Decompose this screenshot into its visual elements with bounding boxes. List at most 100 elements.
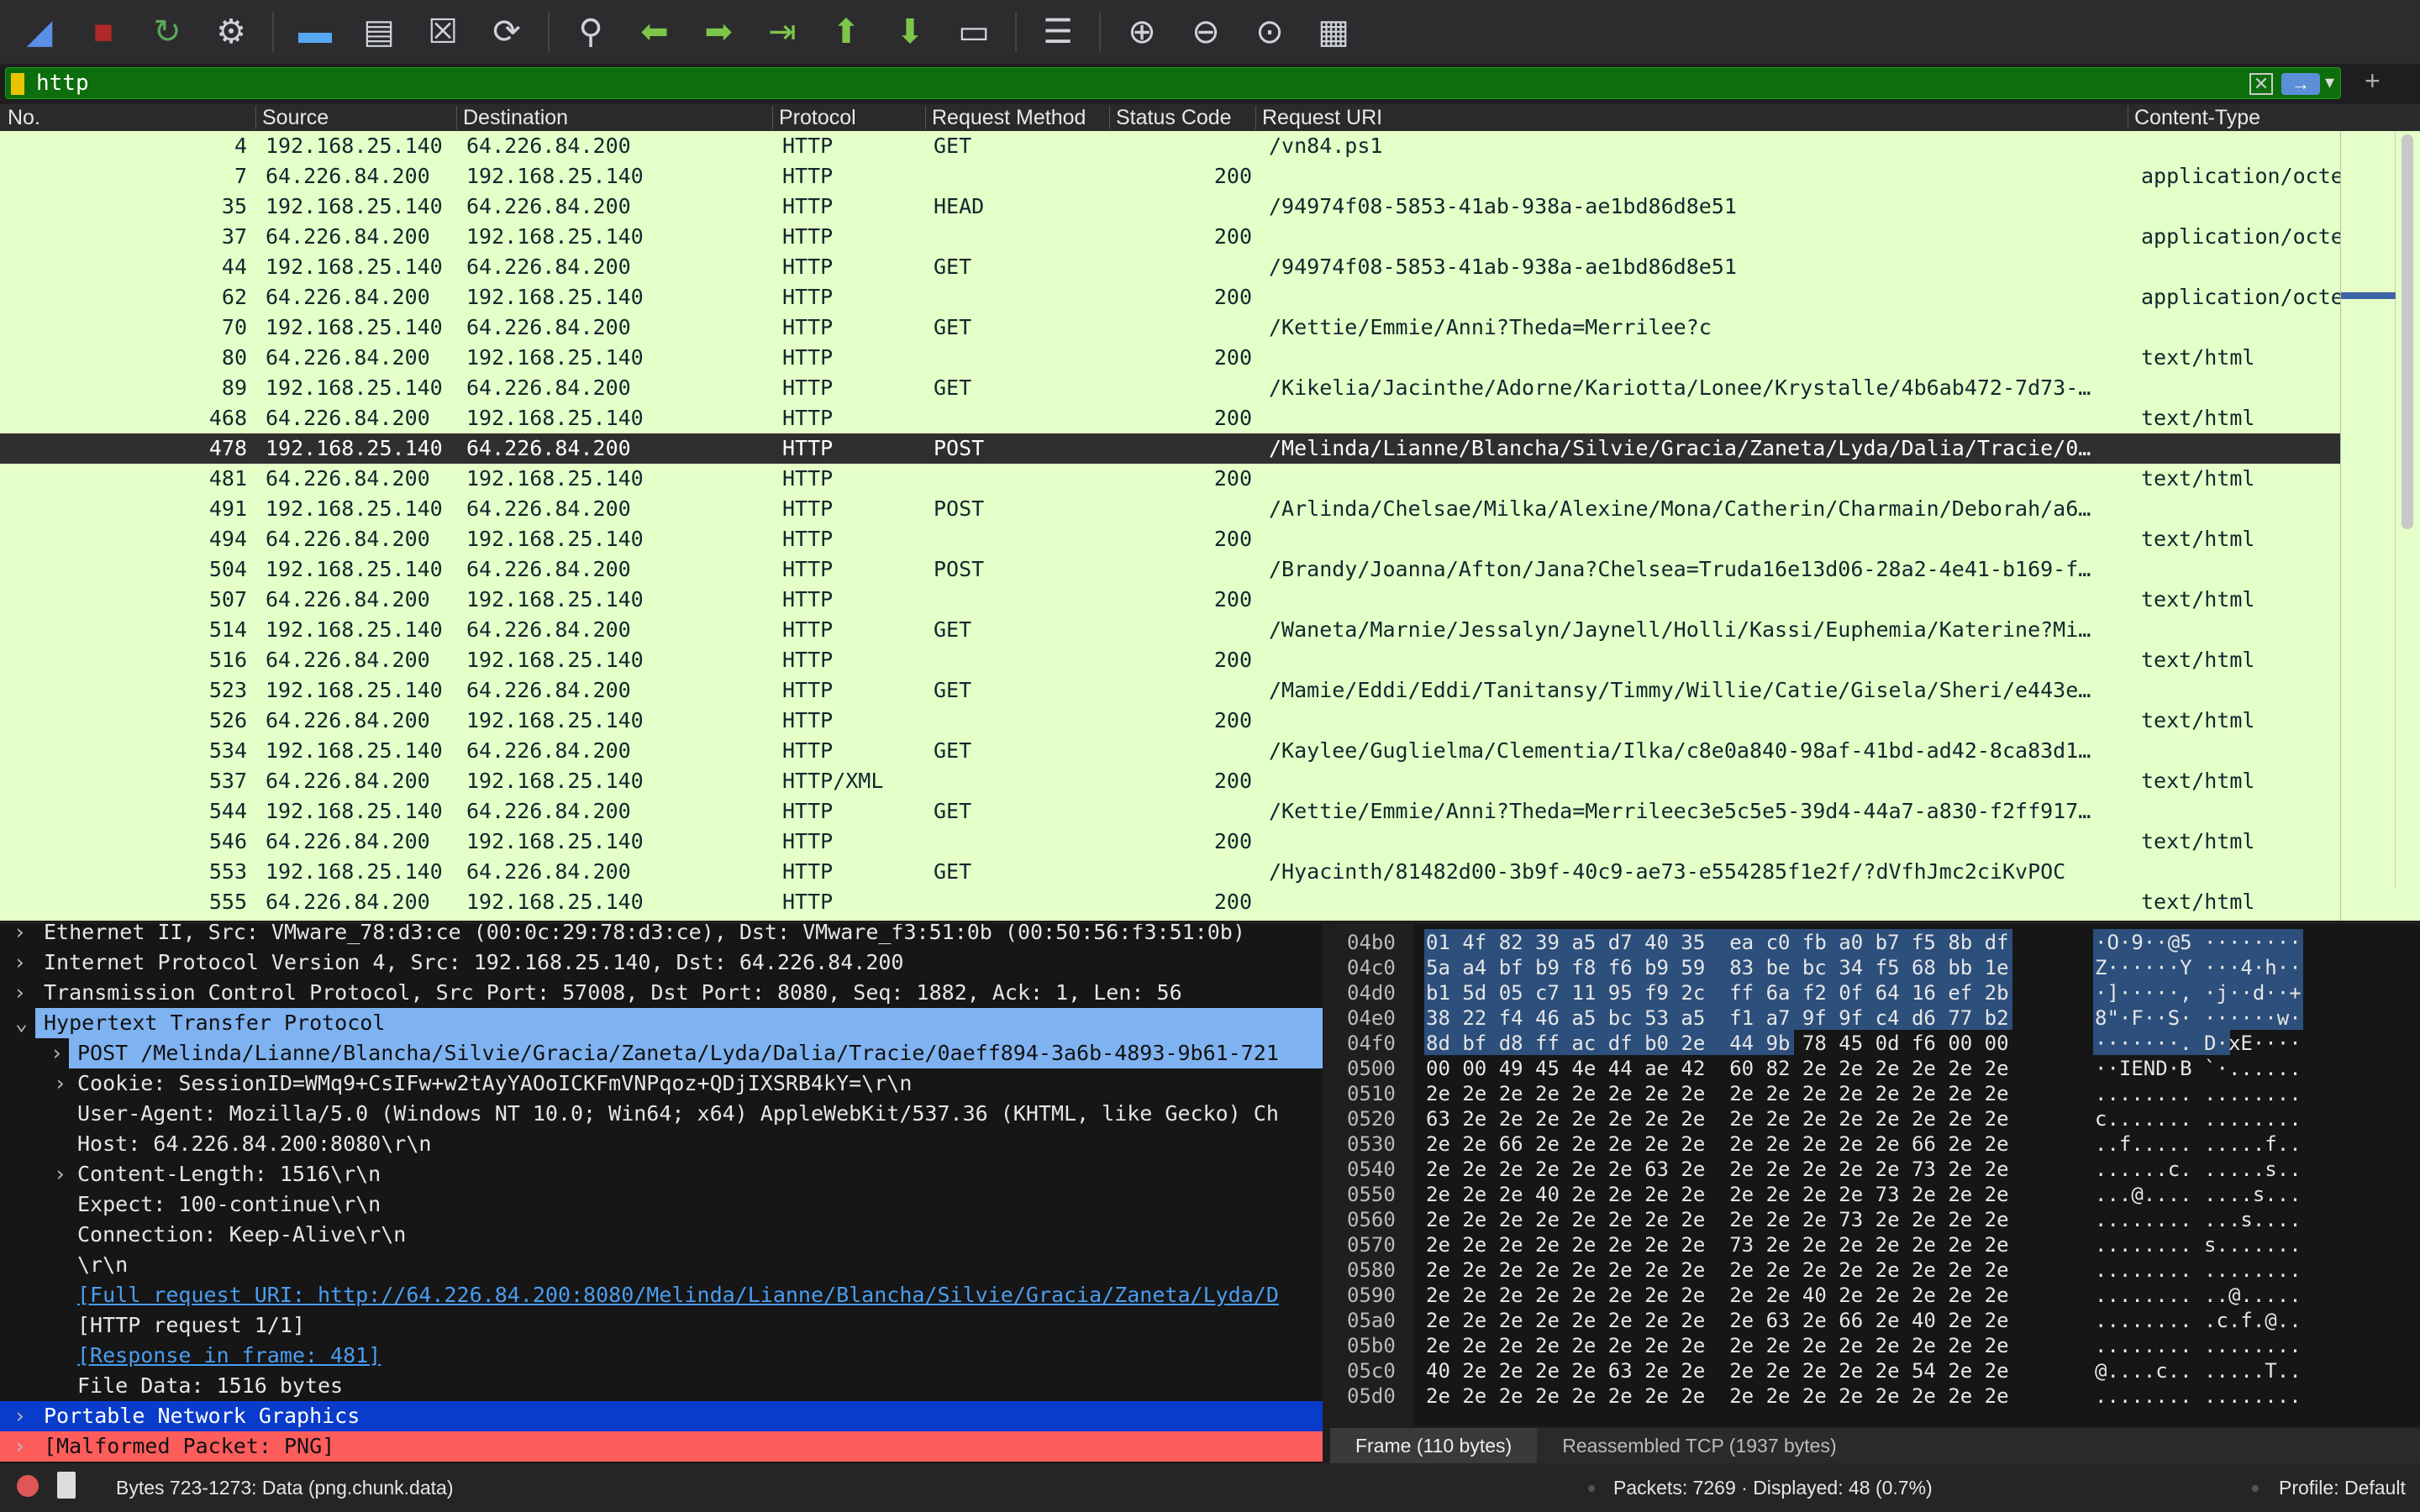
- go-to-packet-icon[interactable]: ⇥: [755, 7, 810, 57]
- packet-row[interactable]: 89 192.168.25.140 64.226.84.200 HTTP GET/Kik…: [0, 373, 2340, 403]
- packet-list-scrollbar[interactable]: [2340, 131, 2420, 921]
- packet-row[interactable]: 80 64.226.84.200 192.168.25.140 HTTP 200 text…: [0, 343, 2340, 373]
- detail-tree-item[interactable]: [Full request URI: http://64.226.84.200:…: [0, 1280, 1323, 1310]
- packet-row[interactable]: 491 192.168.25.140 64.226.84.200 HTTP POST/A…: [0, 494, 2340, 524]
- capture-options-gear-icon[interactable]: ⚙: [203, 7, 259, 57]
- column-header[interactable]: Request Method: [932, 106, 1086, 130]
- expand-arrow-icon[interactable]: ›: [13, 924, 26, 944]
- go-back-arrow-icon[interactable]: ⬅: [627, 7, 682, 57]
- tab-frame[interactable]: Frame (110 bytes): [1330, 1428, 1538, 1463]
- hex-bytes[interactable]: 2e 2e 2e 2e 2e 2e 2e 2e 2e 63 2e 66 2e 4…: [1426, 1309, 2009, 1332]
- hex-bytes[interactable]: 2e 2e 2e 40 2e 2e 2e 2e 2e 2e 2e 2e 73 2…: [1426, 1183, 2009, 1206]
- find-magnifier-icon[interactable]: ⚲: [563, 7, 618, 57]
- hex-ascii[interactable]: ........ .c.f.@..: [2095, 1309, 2302, 1332]
- expert-info-icon[interactable]: [17, 1475, 39, 1497]
- hex-bytes[interactable]: 2e 2e 66 2e 2e 2e 2e 2e 2e 2e 2e 2e 2e 6…: [1426, 1132, 2009, 1156]
- auto-scroll-icon[interactable]: ▭: [946, 7, 1002, 57]
- hex-ascii[interactable]: ........ ........: [2095, 1258, 2302, 1282]
- hex-ascii[interactable]: ..f..... .....f..: [2095, 1132, 2302, 1156]
- expand-arrow-icon[interactable]: ›: [13, 1434, 26, 1458]
- capture-comment-icon[interactable]: [57, 1472, 76, 1499]
- packet-row[interactable]: 537 64.226.84.200 192.168.25.140 HTTP/XML 20…: [0, 766, 2340, 796]
- detail-tree-item[interactable]: Host: 64.226.84.200:8080\r\n: [0, 1129, 1323, 1159]
- hex-bytes[interactable]: 2e 2e 2e 2e 2e 2e 2e 2e 2e 2e 2e 73 2e 2…: [1426, 1208, 2009, 1231]
- packet-row[interactable]: 526 64.226.84.200 192.168.25.140 HTTP 200 tex…: [0, 706, 2340, 736]
- column-header[interactable]: Request URI: [1262, 106, 1382, 130]
- zoom-out-icon[interactable]: ⊖: [1178, 7, 1234, 57]
- zoom-normal-icon[interactable]: ⊙: [1242, 7, 1297, 57]
- bookmark-icon[interactable]: [11, 73, 24, 95]
- hex-bytes[interactable]: 2e 2e 2e 2e 2e 2e 2e 2e 73 2e 2e 2e 2e 2…: [1426, 1233, 2009, 1257]
- packet-row[interactable]: 62 64.226.84.200 192.168.25.140 HTTP 200 appl…: [0, 282, 2340, 312]
- hex-ascii[interactable]: ·O·9··@5 ········: [2095, 931, 2302, 954]
- packet-row[interactable]: 555 64.226.84.200 192.168.25.140 HTTP 200 tex…: [0, 887, 2340, 917]
- packet-row[interactable]: 516 64.226.84.200 192.168.25.140 HTTP 200 tex…: [0, 645, 2340, 675]
- resize-columns-icon[interactable]: ▦: [1306, 7, 1361, 57]
- packet-row[interactable]: 534 192.168.25.140 64.226.84.200 HTTP GET/Ka…: [0, 736, 2340, 766]
- hex-bytes[interactable]: 2e 2e 2e 2e 2e 2e 2e 2e 2e 2e 40 2e 2e 2…: [1426, 1284, 2009, 1307]
- hex-bytes[interactable]: 00 00 49 45 4e 44 ae 42 60 82 2e 2e 2e 2…: [1426, 1057, 2009, 1080]
- hex-ascii[interactable]: ........ s.......: [2095, 1233, 2302, 1257]
- packet-row[interactable]: 44 192.168.25.140 64.226.84.200 HTTP GET/949…: [0, 252, 2340, 282]
- detail-tree-item[interactable]: › Content-Length: 1516\r\n: [0, 1159, 1323, 1189]
- column-header[interactable]: Protocol: [779, 106, 856, 130]
- packet-row[interactable]: 7 64.226.84.200 192.168.25.140 HTTP 200 appli…: [0, 161, 2340, 192]
- detail-tree-item[interactable]: › Transmission Control Protocol, Src Port…: [0, 978, 1323, 1008]
- apply-filter-button[interactable]: →: [2281, 73, 2320, 95]
- column-header[interactable]: Status Code: [1116, 106, 1232, 130]
- stop-capture-icon[interactable]: ■: [76, 7, 131, 57]
- packet-row[interactable]: 523 192.168.25.140 64.226.84.200 HTTP GET/Ma…: [0, 675, 2340, 706]
- detail-tree-item[interactable]: ⌄ Hypertext Transfer Protocol: [15, 1008, 1323, 1038]
- hex-ascii[interactable]: ........ ..@.....: [2095, 1284, 2302, 1307]
- collapse-arrow-icon[interactable]: ⌄: [15, 1011, 28, 1035]
- column-header[interactable]: No.: [8, 106, 40, 130]
- hex-ascii[interactable]: ........ ........: [2095, 1384, 2302, 1408]
- expand-arrow-icon[interactable]: ›: [13, 1404, 26, 1428]
- last-packet-icon[interactable]: ⬇: [882, 7, 938, 57]
- hex-bytes[interactable]: 38 22 f4 46 a5 bc 53 a5 f1 a7 9f 9f c4 d…: [1426, 1006, 2009, 1030]
- hex-bytes[interactable]: 2e 2e 2e 2e 2e 2e 2e 2e 2e 2e 2e 2e 2e 2…: [1426, 1384, 2009, 1408]
- packet-row[interactable]: 507 64.226.84.200 192.168.25.140 HTTP 200 tex…: [0, 585, 2340, 615]
- reload-icon[interactable]: ⟳: [479, 7, 534, 57]
- packet-row[interactable]: 546 64.226.84.200 192.168.25.140 HTTP 200 tex…: [0, 827, 2340, 857]
- detail-link[interactable]: [Full request URI: http://64.226.84.200:…: [77, 1283, 1279, 1307]
- hex-ascii[interactable]: @....c.. .....T..: [2095, 1359, 2302, 1383]
- tab-reassembled-tcp[interactable]: Reassembled TCP (1937 bytes): [1537, 1428, 1861, 1463]
- hex-ascii[interactable]: ........ ...s....: [2095, 1208, 2302, 1231]
- hex-ascii[interactable]: ........ ........: [2095, 1334, 2302, 1357]
- open-folder-icon[interactable]: ▬: [287, 7, 343, 57]
- hex-ascii[interactable]: Z······Y ···4·h··: [2095, 956, 2302, 979]
- detail-tree-item[interactable]: › POST /Melinda/Lianne/Blancha/Silvie/Gra…: [50, 1038, 1323, 1068]
- packet-minimap[interactable]: [2341, 131, 2396, 887]
- detail-tree-item[interactable]: › Cookie: SessionID=WMq9+CsIFw+w2tAyYAOoI…: [0, 1068, 1323, 1099]
- hex-ascii[interactable]: ......c. .....s..: [2095, 1158, 2302, 1181]
- packet-row[interactable]: 478 192.168.25.140 64.226.84.200 HTTP POST/M…: [0, 433, 2340, 464]
- status-profile[interactable]: Profile: Default: [2279, 1477, 2406, 1499]
- column-header[interactable]: Content-Type: [2134, 106, 2260, 130]
- save-file-icon[interactable]: ▤: [351, 7, 407, 57]
- hex-bytes[interactable]: 2e 2e 2e 2e 2e 2e 63 2e 2e 2e 2e 2e 2e 7…: [1426, 1158, 2009, 1181]
- hex-ascii[interactable]: ........ ........: [2095, 1082, 2302, 1105]
- first-packet-icon[interactable]: ⬆: [818, 7, 874, 57]
- shark-fin-start-icon[interactable]: ◢: [12, 7, 67, 57]
- detail-tree-item[interactable]: [HTTP request 1/1]: [0, 1310, 1323, 1341]
- packet-row[interactable]: 35 192.168.25.140 64.226.84.200 HTTP HEAD/94…: [0, 192, 2340, 222]
- filter-history-dropdown[interactable]: ▾: [2325, 71, 2334, 93]
- detail-tree-item[interactable]: \r\n: [0, 1250, 1323, 1280]
- hex-bytes[interactable]: b1 5d 05 c7 11 95 f9 2c ff 6a f2 0f 64 1…: [1426, 981, 2009, 1005]
- detail-tree-item[interactable]: › [Malformed Packet: PNG]: [0, 1431, 1323, 1462]
- column-header[interactable]: Destination: [463, 106, 568, 130]
- restart-capture-icon[interactable]: ↻: [139, 7, 195, 57]
- hex-ascii[interactable]: ··IEND·B `·......: [2095, 1057, 2302, 1080]
- colorize-icon[interactable]: ☰: [1030, 7, 1086, 57]
- close-file-icon[interactable]: ☒: [415, 7, 471, 57]
- hex-ascii[interactable]: 8"·F··S· ······w·: [2095, 1006, 2302, 1030]
- clear-filter-button[interactable]: ✕: [2249, 73, 2273, 95]
- hex-bytes[interactable]: 8d bf d8 ff ac df b0 2e 44 9b 78 45 0d f…: [1426, 1032, 2009, 1055]
- detail-tree-item[interactable]: › Internet Protocol Version 4, Src: 192.1…: [0, 948, 1323, 978]
- expand-arrow-icon[interactable]: ›: [54, 1071, 66, 1095]
- expand-arrow-icon[interactable]: ›: [13, 950, 26, 974]
- hex-ascii[interactable]: ...@.... ....s...: [2095, 1183, 2302, 1206]
- display-filter-input[interactable]: [36, 70, 2221, 97]
- detail-tree-item[interactable]: [Response in frame: 481]: [0, 1341, 1323, 1371]
